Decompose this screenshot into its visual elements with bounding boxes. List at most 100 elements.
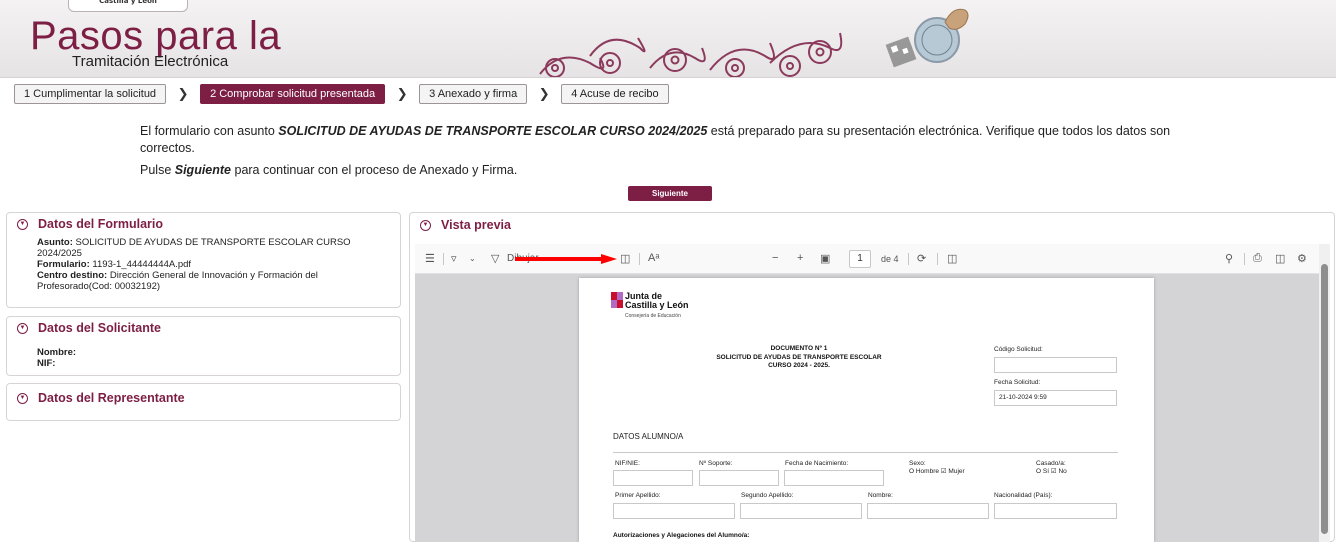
field-label: Centro destino: <box>37 270 108 281</box>
info-message: El formulario con asunto SOLICITUD DE AY… <box>140 123 1220 157</box>
print-icon[interactable]: ⎙ <box>1253 252 1262 265</box>
panel-title: Datos del Representante <box>38 391 185 405</box>
step-1-button[interactable]: 1 Cumplimentar la solicitud <box>14 84 167 104</box>
toolbar-separator <box>639 253 640 265</box>
panel-solicitante: ▼ Datos del Solicitante Nombre: NIF: <box>6 316 401 376</box>
fecha-field: 21-10-2024 9:59 <box>994 390 1117 406</box>
field-label: Nombre: <box>37 347 77 358</box>
chevron-down-icon: ▼ <box>17 322 28 334</box>
panel-representante: ▼ Datos del Representante <box>6 383 401 421</box>
panel-solicitante-header[interactable]: ▼ Datos del Solicitante <box>7 317 400 339</box>
search-icon[interactable]: ⚲ <box>1225 252 1233 265</box>
page-number-input[interactable]: 1 <box>849 250 871 268</box>
page-total: de 4 <box>881 254 899 264</box>
message-text: Pulse <box>140 163 175 177</box>
codigo-field <box>994 357 1117 373</box>
divider <box>613 452 1118 453</box>
toolbar-separator <box>443 253 444 265</box>
fit-page-icon[interactable]: ▣ <box>820 252 830 265</box>
scrollbar[interactable] <box>1319 244 1330 542</box>
sexo-options: O Hombre ☑ Mujer <box>909 468 965 475</box>
field-label: Formulario: <box>37 259 90 270</box>
sidebar-toggle-icon[interactable]: ☰ <box>425 252 435 265</box>
field-label: Asunto: <box>37 237 73 248</box>
document-heading: DOCUMENTO Nº 1 SOLICITUD DE AYUDAS DE TR… <box>649 345 949 371</box>
nacionalidad-field <box>994 503 1117 519</box>
heading-line: CURSO 2024 - 2025. <box>768 362 830 369</box>
scrollbar-thumb[interactable] <box>1321 264 1328 534</box>
info-message-next: Pulse Siguiente para continuar con el pr… <box>140 163 517 177</box>
rotate-icon[interactable]: ⟳ <box>917 252 926 265</box>
chevron-down-icon: ▼ <box>420 219 431 231</box>
soporte-label: Nº Soporte: <box>699 460 733 467</box>
nif-label: NIF/NIE: <box>615 460 640 467</box>
message-bold: Siguiente <box>174 163 232 177</box>
nif-field <box>613 470 693 486</box>
chevron-right-icon: ❯ <box>396 86 408 102</box>
nacimiento-label: Fecha de Nacimiento: <box>785 460 849 467</box>
nacionalidad-label: Nacionalidad (País): <box>994 492 1053 499</box>
steps-bar: 1 Cumplimentar la solicitud ❯ 2 Comproba… <box>14 84 669 104</box>
chevron-right-icon: ❯ <box>177 86 189 102</box>
heading-line: SOLICITUD DE AYUDAS DE TRANSPORTE ESCOLA… <box>716 353 882 361</box>
nombre-label: Nombre: <box>868 492 893 499</box>
section-title: DATOS ALUMNO/A <box>613 432 684 441</box>
text-box-icon[interactable]: ◫ <box>620 252 630 265</box>
panel-representante-header[interactable]: ▼ Datos del Representante <box>7 384 400 412</box>
section-title: Autorizaciones y Alegaciones del Alumno/… <box>613 532 750 539</box>
preview-title: Vista previa <box>441 218 511 232</box>
sexo-label: Sexo: <box>909 460 926 467</box>
zoom-in-button[interactable]: + <box>797 252 803 264</box>
logo-subtext: Consejería de Educación <box>625 313 681 319</box>
next-button[interactable]: Siguiente <box>628 186 712 201</box>
heading-line: DOCUMENTO Nº 1 <box>770 345 828 352</box>
toolbar-separator <box>908 253 909 265</box>
chevron-down-icon[interactable]: ⌄ <box>469 254 476 263</box>
panel-formulario: ▼ Datos del Formulario Asunto: SOLICITUD… <box>6 212 401 308</box>
field-value: SOLICITUD DE AYUDAS DE TRANSPORTE ESCOLA… <box>37 237 351 259</box>
chevron-down-icon: ▼ <box>17 218 28 230</box>
field-value: 1193-1_44444444A.pdf <box>89 259 192 270</box>
segundo-apellido-label: Segundo Apellido: <box>741 492 794 499</box>
soporte-field <box>699 470 779 486</box>
gear-icon[interactable]: ⚙ <box>1297 252 1307 265</box>
codigo-label: Código Solicitud: <box>994 346 1043 353</box>
fecha-label: Fecha Solicitud: <box>994 379 1041 386</box>
chevron-down-icon: ▼ <box>17 392 28 404</box>
red-arrow-annotation-icon <box>515 254 617 264</box>
panel-title: Datos del Solicitante <box>38 321 161 335</box>
toolbar-separator <box>937 253 938 265</box>
panel-formulario-body: Asunto: SOLICITUD DE AYUDAS DE TRANSPORT… <box>7 235 400 296</box>
zoom-out-button[interactable]: − <box>772 252 778 264</box>
preview-header[interactable]: ▼ Vista previa <box>420 218 511 232</box>
casado-options: O Sí ☑ No <box>1036 468 1067 475</box>
casado-label: Casado/a: <box>1036 460 1066 467</box>
nacimiento-field <box>784 470 884 486</box>
panel-formulario-header[interactable]: ▼ Datos del Formulario <box>7 213 400 235</box>
toolbar-separator <box>1244 253 1245 265</box>
nombre-field <box>867 503 989 519</box>
save-icon[interactable]: ◫ <box>1275 252 1285 265</box>
read-aloud-icon[interactable]: Aᵃ <box>648 252 659 264</box>
message-text: El formulario con asunto <box>140 124 279 138</box>
app-header: Castilla y León Pasos para la Tramitació… <box>0 0 1336 78</box>
region-tab: Castilla y León <box>68 0 188 12</box>
panel-solicitante-body: Nombre: NIF: <box>7 339 400 373</box>
step-2-button[interactable]: 2 Comprobar solicitud presentada <box>200 84 386 104</box>
app-subtitle: Tramitación Electrónica <box>72 53 229 70</box>
primer-apellido-field <box>613 503 735 519</box>
step-3-button[interactable]: 3 Anexado y firma <box>419 84 528 104</box>
pdf-page: Junta de Castilla y León Consejería de E… <box>579 278 1154 542</box>
highlight-icon[interactable]: ▿ <box>451 252 457 265</box>
page-view-icon[interactable]: ◫ <box>947 252 957 265</box>
message-text: para continuar con el proceso de Anexado… <box>231 163 518 177</box>
segundo-apellido-field <box>740 503 862 519</box>
coat-of-arms-icon <box>611 292 623 308</box>
stamp-icon <box>885 8 969 68</box>
panel-title: Datos del Formulario <box>38 217 164 231</box>
step-4-button[interactable]: 4 Acuse de recibo <box>561 84 669 104</box>
draw-icon[interactable]: ▽ <box>491 252 499 265</box>
decorative-swirls-icon <box>539 32 843 77</box>
logo-text: Castilla y León <box>625 300 689 310</box>
chevron-right-icon: ❯ <box>538 86 550 102</box>
